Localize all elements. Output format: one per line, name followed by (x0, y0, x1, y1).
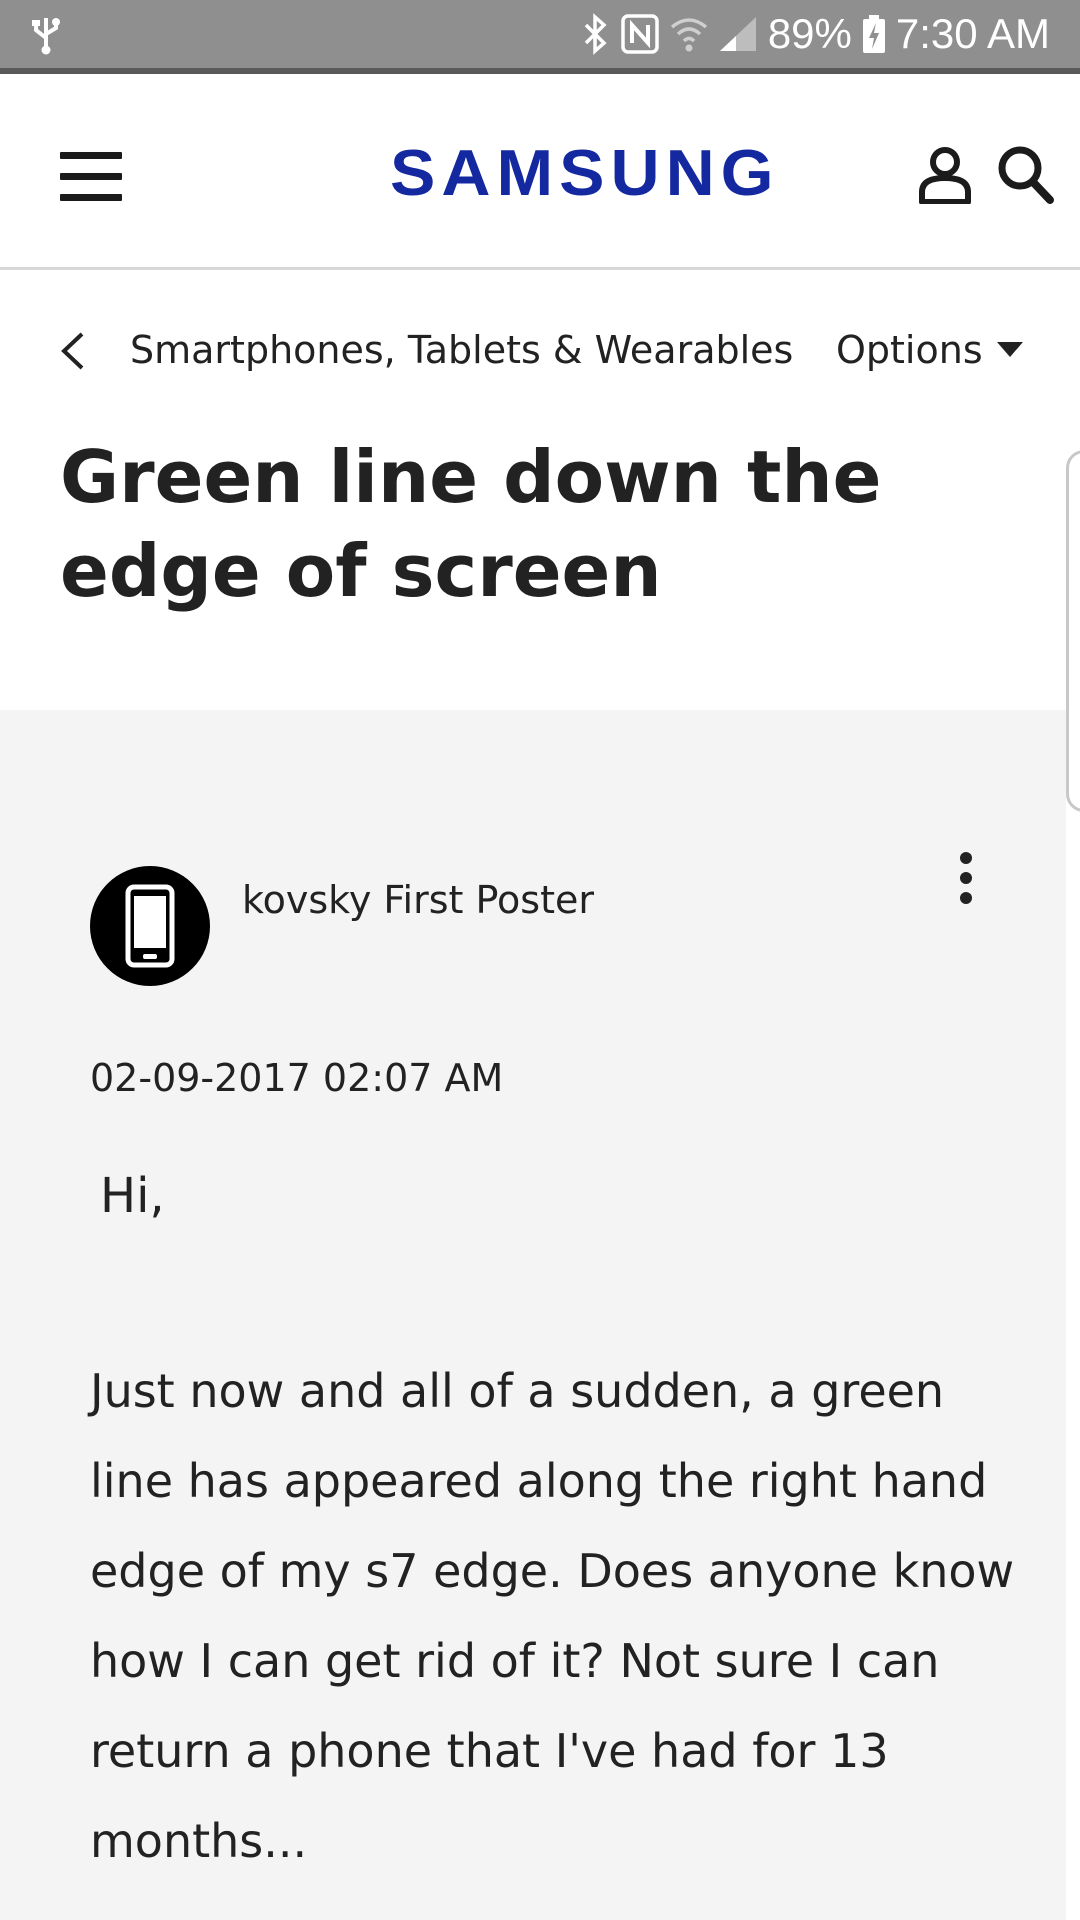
options-label: Options (836, 328, 983, 372)
options-dropdown[interactable]: Options (836, 328, 1023, 372)
breadcrumb-link[interactable]: Smartphones, Tablets & Wearables (130, 328, 793, 372)
usb-icon (32, 18, 60, 55)
breadcrumb: Smartphones, Tablets & Wearables Options (0, 300, 1080, 410)
author-name[interactable]: kovsky (242, 878, 371, 922)
clock-time: 7:30 AM (895, 10, 1050, 57)
battery-percentage: 89% (767, 10, 852, 57)
edge-panel-handle[interactable] (1066, 450, 1080, 812)
author-info: kovsky First Poster (242, 878, 594, 922)
search-icon[interactable] (996, 144, 1054, 206)
user-account-icon[interactable] (918, 146, 972, 204)
author-rank: First Poster (383, 878, 594, 922)
status-bar: 89% 7:30 AM (0, 0, 1080, 74)
more-options-icon[interactable] (950, 852, 982, 908)
forum-post: kovsky First Poster 02-09-2017 02:07 AM … (0, 710, 1066, 1920)
battery-charging-icon (862, 15, 885, 53)
hamburger-menu-icon[interactable] (60, 152, 122, 202)
bluetooth-icon (584, 13, 607, 55)
post-timestamp: 02-09-2017 02:07 AM (90, 1056, 504, 1100)
chevron-left-icon[interactable] (58, 330, 88, 372)
samsung-logo[interactable]: SAMSUNG (390, 136, 780, 210)
status-indicators: 89% 7:30 AM (580, 0, 1050, 68)
page-title: Green line down the edge of screen (60, 435, 882, 613)
post-body: Just now and all of a sudden, a green li… (90, 1364, 1015, 1868)
nfc-icon (621, 14, 659, 54)
caret-down-icon (996, 342, 1023, 357)
post-greeting: Hi, (100, 1168, 165, 1224)
smartphone-icon (125, 884, 175, 968)
wifi-icon (670, 18, 707, 52)
avatar[interactable] (90, 866, 210, 986)
signal-icon (719, 17, 756, 51)
site-header: SAMSUNG (0, 74, 1080, 270)
